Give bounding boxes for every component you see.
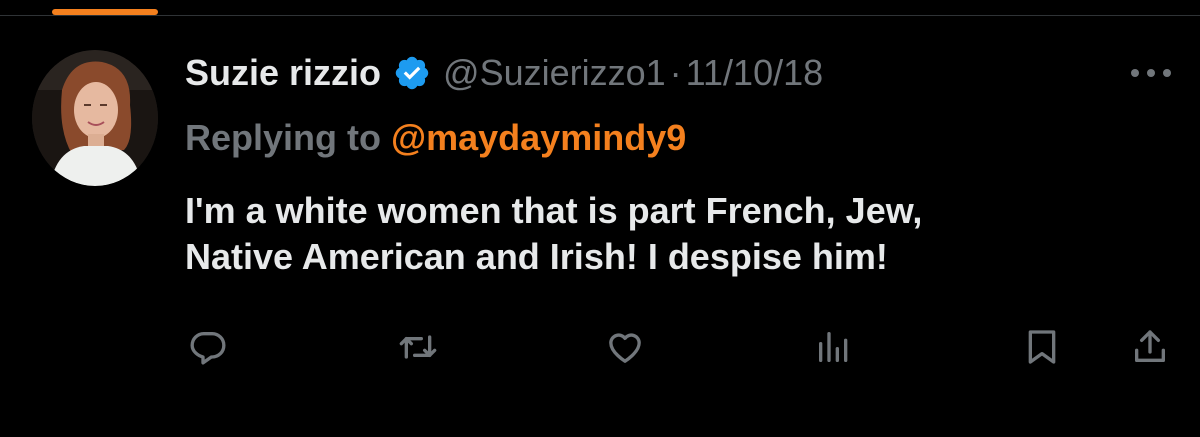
views-button[interactable] <box>812 326 856 368</box>
separator-dot: · <box>669 52 682 93</box>
verified-badge-icon <box>393 54 431 92</box>
heart-icon <box>609 333 641 363</box>
tweet-text-line: I'm a white women that is part French, J… <box>185 190 923 231</box>
replying-to-label: Replying to <box>185 117 381 158</box>
tweet-text-line: Native American and Irish! I despise him… <box>185 236 888 277</box>
bar-chart-icon <box>819 332 848 362</box>
bookmark-button[interactable] <box>1020 326 1064 368</box>
tweet-body: I'm a white women that is part French, J… <box>185 188 1175 280</box>
like-button[interactable] <box>603 326 647 368</box>
tweet-header: Suzie rizzio @Suzierizzo1 · 11/10/18 <box>185 50 823 96</box>
reply-button[interactable] <box>186 326 230 368</box>
tweet-date[interactable]: 11/10/18 <box>686 50 823 96</box>
action-bar <box>0 326 1200 368</box>
more-dots-icon <box>1131 69 1171 77</box>
share-upload-icon <box>1135 330 1165 362</box>
avatar[interactable] <box>32 50 158 186</box>
top-divider <box>0 15 1200 16</box>
reply-target-link[interactable]: @maydaymindy9 <box>391 117 686 158</box>
active-tab-indicator <box>52 9 158 15</box>
replying-to-line: Replying to @maydaymindy9 <box>185 115 686 161</box>
display-name[interactable]: Suzie rizzio <box>185 50 381 96</box>
user-handle[interactable]: @Suzierizzo1 <box>443 50 666 96</box>
bookmark-icon <box>1028 330 1056 364</box>
profile-photo-icon <box>32 50 158 186</box>
share-button[interactable] <box>1128 326 1172 368</box>
repost-icon <box>399 335 437 359</box>
reply-bubble-icon <box>190 332 226 365</box>
more-options-button[interactable] <box>1126 56 1176 90</box>
repost-button[interactable] <box>396 326 440 368</box>
